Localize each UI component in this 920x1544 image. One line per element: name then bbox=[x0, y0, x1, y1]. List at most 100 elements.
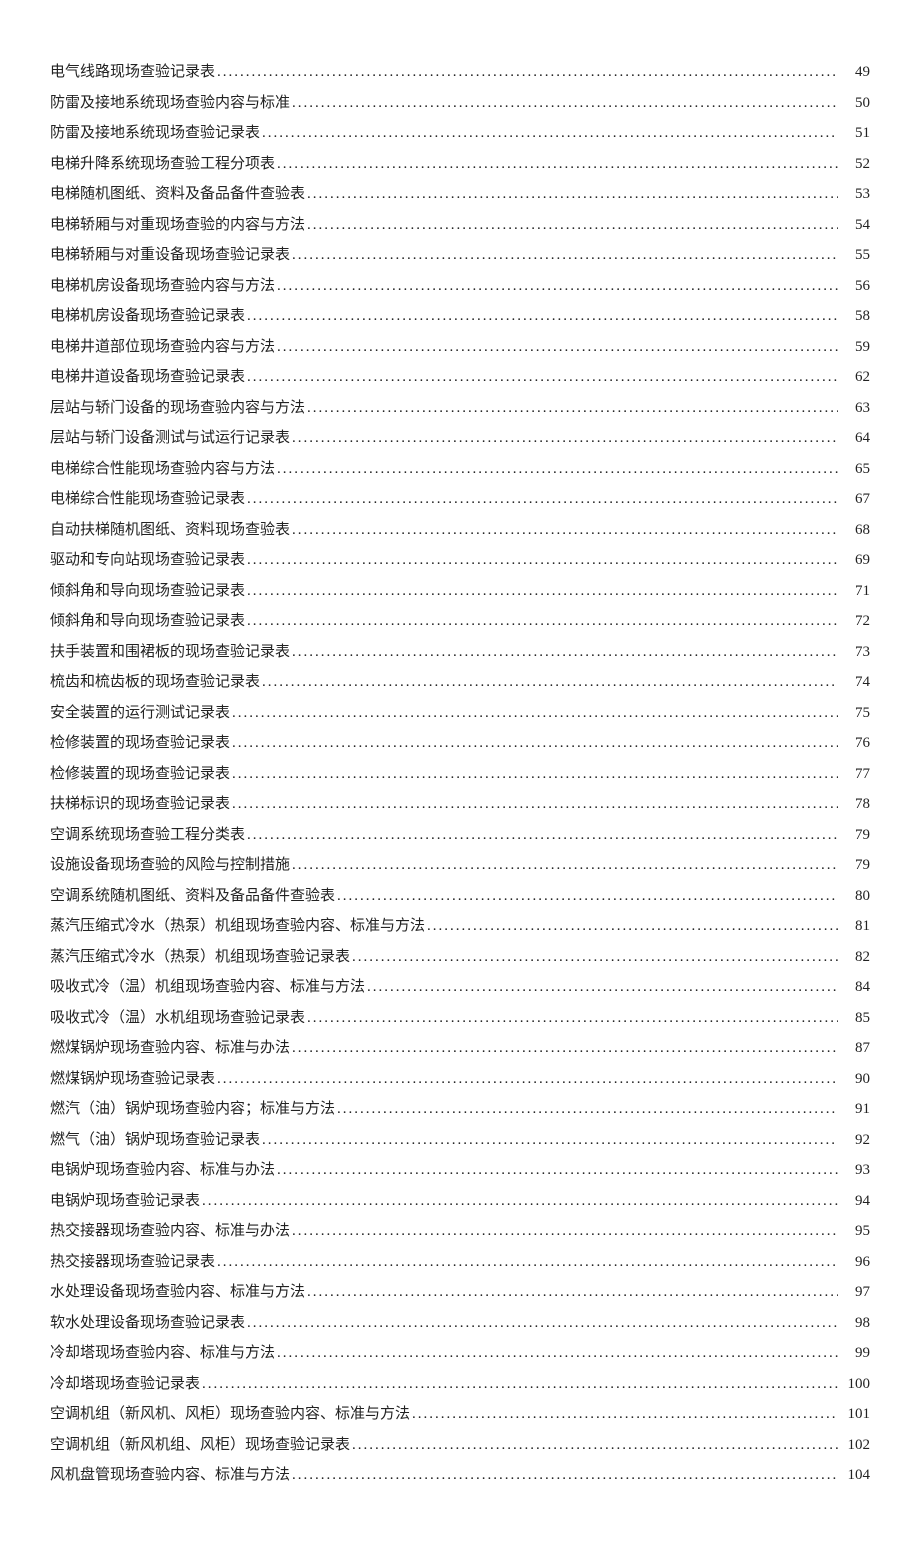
toc-leader-dots bbox=[352, 1437, 838, 1454]
toc-entry-page: 92 bbox=[840, 1132, 870, 1149]
toc-leader-dots bbox=[247, 552, 838, 569]
toc-entry-page: 104 bbox=[840, 1467, 870, 1484]
toc-leader-dots bbox=[247, 491, 838, 508]
toc-leader-dots bbox=[247, 1315, 838, 1332]
toc-entry-page: 102 bbox=[840, 1437, 870, 1454]
toc-entry: 空调机组（新风机、风柜）现场查验内容、标准与方法101 bbox=[50, 1402, 870, 1423]
toc-entry-page: 78 bbox=[840, 796, 870, 813]
toc-entry-title: 吸收式冷（温）水机组现场查验记录表 bbox=[50, 1006, 305, 1027]
toc-entry-page: 49 bbox=[840, 64, 870, 81]
toc-entry: 空调系统随机图纸、资料及备品备件查验表80 bbox=[50, 884, 870, 905]
toc-leader-dots bbox=[292, 857, 838, 874]
toc-entry-page: 67 bbox=[840, 491, 870, 508]
toc-leader-dots bbox=[292, 430, 838, 447]
toc-entry-title: 驱动和专向站现场查验记录表 bbox=[50, 548, 245, 569]
toc-entry-title: 设施设备现场查验的风险与控制措施 bbox=[50, 853, 290, 874]
toc-entry-page: 99 bbox=[840, 1345, 870, 1362]
toc-leader-dots bbox=[292, 1467, 838, 1484]
toc-leader-dots bbox=[352, 949, 838, 966]
toc-entry-title: 倾斜角和导向现场查验记录表 bbox=[50, 579, 245, 600]
toc-entry-page: 65 bbox=[840, 461, 870, 478]
toc-entry: 层站与轿门设备测试与试运行记录表64 bbox=[50, 426, 870, 447]
toc-entry-page: 52 bbox=[840, 156, 870, 173]
toc-entry: 电梯井道部位现场查验内容与方法59 bbox=[50, 335, 870, 356]
toc-entry-title: 软水处理设备现场查验记录表 bbox=[50, 1311, 245, 1332]
toc-entry-page: 79 bbox=[840, 857, 870, 874]
toc-leader-dots bbox=[277, 339, 838, 356]
toc-entry-title: 吸收式冷（温）机组现场查验内容、标准与方法 bbox=[50, 975, 365, 996]
toc-leader-dots bbox=[262, 125, 838, 142]
toc-entry: 电梯轿厢与对重设备现场查验记录表55 bbox=[50, 243, 870, 264]
toc-leader-dots bbox=[247, 827, 838, 844]
toc-entry-page: 96 bbox=[840, 1254, 870, 1271]
toc-entry-page: 87 bbox=[840, 1040, 870, 1057]
toc-entry-page: 100 bbox=[840, 1376, 870, 1393]
toc-leader-dots bbox=[232, 796, 838, 813]
toc-entry-title: 防雷及接地系统现场查验记录表 bbox=[50, 121, 260, 142]
toc-entry-page: 58 bbox=[840, 308, 870, 325]
toc-entry-title: 电梯轿厢与对重设备现场查验记录表 bbox=[50, 243, 290, 264]
toc-leader-dots bbox=[337, 1101, 838, 1118]
toc-entry-title: 扶手装置和围裙板的现场查验记录表 bbox=[50, 640, 290, 661]
toc-entry-page: 97 bbox=[840, 1284, 870, 1301]
toc-entry: 防雷及接地系统现场查验记录表 51 bbox=[50, 121, 870, 142]
toc-entry-page: 91 bbox=[840, 1101, 870, 1118]
toc-entry-title: 水处理设备现场查验内容、标准与方法 bbox=[50, 1280, 305, 1301]
toc-entry: 电梯井道设备现场查验记录表62 bbox=[50, 365, 870, 386]
toc-entry-title: 空调系统随机图纸、资料及备品备件查验表 bbox=[50, 884, 335, 905]
toc-entry: 倾斜角和导向现场查验记录表72 bbox=[50, 609, 870, 630]
toc-entry-page: 73 bbox=[840, 644, 870, 661]
toc-entry-title: 空调机组（新风机、风柜）现场查验内容、标准与方法 bbox=[50, 1402, 410, 1423]
toc-entry: 防雷及接地系统现场查验内容与标准50 bbox=[50, 91, 870, 112]
toc-entry: 电梯轿厢与对重现场查验的内容与方法54 bbox=[50, 213, 870, 234]
toc-entry: 燃汽（油）锅炉现场查验内容；标准与方法 91 bbox=[50, 1097, 870, 1118]
toc-entry-page: 63 bbox=[840, 400, 870, 417]
toc-entry: 驱动和专向站现场查验记录表69 bbox=[50, 548, 870, 569]
toc-entry: 电梯机房设备现场查验记录表58 bbox=[50, 304, 870, 325]
toc-entry: 扶梯标识的现场查验记录表78 bbox=[50, 792, 870, 813]
toc-leader-dots bbox=[247, 369, 838, 386]
toc-entry: 冷却塔现场查验记录表 100 bbox=[50, 1372, 870, 1393]
toc-entry-page: 77 bbox=[840, 766, 870, 783]
toc-entry: 扶手装置和围裙板的现场查验记录表 73 bbox=[50, 640, 870, 661]
toc-entry-page: 68 bbox=[840, 522, 870, 539]
toc-entry: 电梯综合性能现场查验内容与方法65 bbox=[50, 457, 870, 478]
toc-entry-title: 蒸汽压缩式冷水（热泵）机组现场查验记录表 bbox=[50, 945, 350, 966]
toc-entry-page: 51 bbox=[840, 125, 870, 142]
toc-entry: 燃煤锅炉现场查验内容、标准与办法87 bbox=[50, 1036, 870, 1057]
toc-entry-page: 94 bbox=[840, 1193, 870, 1210]
toc-entry: 热交接器现场查验记录表96 bbox=[50, 1250, 870, 1271]
toc-entry-title: 蒸汽压缩式冷水（热泵）机组现场查验内容、标准与方法 bbox=[50, 914, 425, 935]
toc-entry-title: 空调系统现场查验工程分类表 bbox=[50, 823, 245, 844]
toc-entry: 倾斜角和导向现场查验记录表 71 bbox=[50, 579, 870, 600]
toc-entry-title: 梳齿和梳齿板的现场查验记录表 bbox=[50, 670, 260, 691]
toc-entry: 热交接器现场查验内容、标准与办法 95 bbox=[50, 1219, 870, 1240]
toc-entry-title: 安全装置的运行测试记录表 bbox=[50, 701, 230, 722]
toc-entry-page: 54 bbox=[840, 217, 870, 234]
toc-entry-title: 热交接器现场查验内容、标准与办法 bbox=[50, 1219, 290, 1240]
toc-entry: 层站与轿门设备的现场查验内容与方法63 bbox=[50, 396, 870, 417]
toc-entry: 电梯随机图纸、资料及备品备件查验表53 bbox=[50, 182, 870, 203]
toc-entry-title: 电梯升降系统现场查验工程分项表 bbox=[50, 152, 275, 173]
toc-leader-dots bbox=[292, 522, 838, 539]
toc-entry-page: 95 bbox=[840, 1223, 870, 1240]
toc-entry-page: 56 bbox=[840, 278, 870, 295]
toc-leader-dots bbox=[277, 461, 838, 478]
toc-entry-page: 71 bbox=[840, 583, 870, 600]
toc-entry-title: 空调机组（新风机组、风柜）现场查验记录表 bbox=[50, 1433, 350, 1454]
toc-entry: 空调系统现场查验工程分类表79 bbox=[50, 823, 870, 844]
toc-leader-dots bbox=[307, 400, 838, 417]
toc-entry: 设施设备现场查验的风险与控制措施 79 bbox=[50, 853, 870, 874]
toc-entry-title: 冷却塔现场查验内容、标准与方法 bbox=[50, 1341, 275, 1362]
toc-entry-title: 冷却塔现场查验记录表 bbox=[50, 1372, 200, 1393]
toc-entry-title: 燃气（油）锅炉现场查验记录表 bbox=[50, 1128, 260, 1149]
toc-leader-dots bbox=[307, 217, 838, 234]
toc-entry-title: 电梯井道部位现场查验内容与方法 bbox=[50, 335, 275, 356]
toc-leader-dots bbox=[427, 918, 838, 935]
toc-leader-dots bbox=[232, 705, 838, 722]
toc-entry-title: 燃汽（油）锅炉现场查验内容；标准与方法 bbox=[50, 1097, 335, 1118]
toc-leader-dots bbox=[217, 64, 838, 81]
toc-entry: 电梯升降系统现场查验工程分项表 52 bbox=[50, 152, 870, 173]
toc-entry: 燃煤锅炉现场查验记录表90 bbox=[50, 1067, 870, 1088]
toc-entry-title: 自动扶梯随机图纸、资料现场查验表 bbox=[50, 518, 290, 539]
